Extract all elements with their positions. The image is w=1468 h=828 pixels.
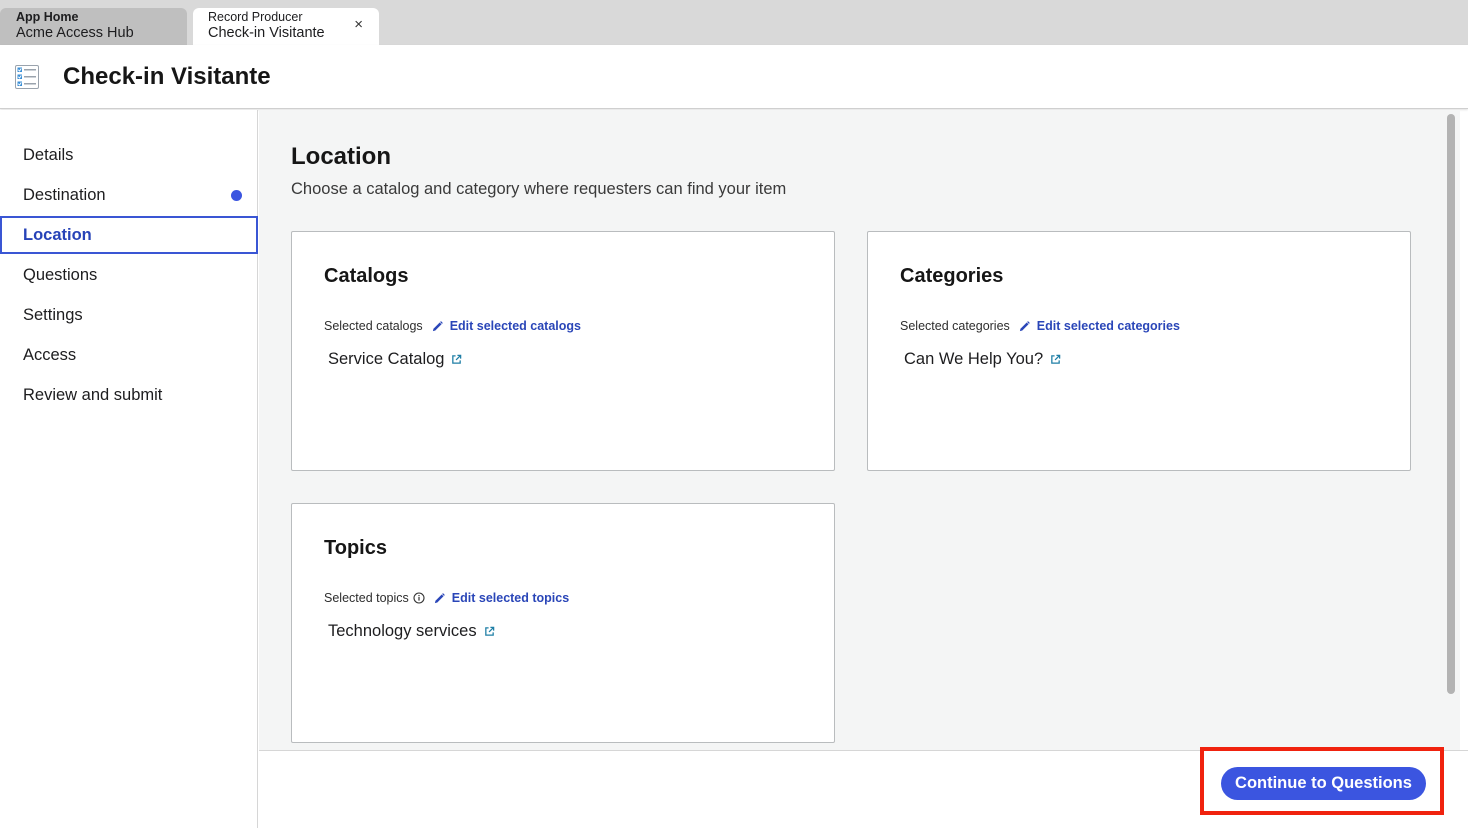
edit-link-label: Edit selected categories	[1036, 319, 1180, 333]
tab-bar: App Home Acme Access Hub Record Producer…	[0, 0, 1468, 45]
section-title: Location	[291, 143, 391, 170]
card-title: Categories	[900, 265, 1004, 287]
vertical-scrollbar[interactable]	[1443, 110, 1460, 750]
edit-selected-categories-link[interactable]: Edit selected categories	[1019, 319, 1180, 333]
catalog-value-label: Service Catalog	[328, 350, 445, 368]
card-title: Topics	[324, 537, 387, 559]
sidebar-item-settings[interactable]: Settings	[0, 296, 258, 334]
card-label: Selected catalogs	[324, 319, 423, 333]
sidebar-item-questions[interactable]: Questions	[0, 256, 258, 294]
card-label-row: Selected catalogs Edit selected catalogs	[324, 318, 581, 334]
main-panel: Location Choose a catalog and category w…	[259, 110, 1443, 750]
tab-app-home-label: Acme Access Hub	[16, 25, 134, 41]
tab-app-home-kind: App Home	[16, 10, 79, 24]
topic-value-link[interactable]: Technology services	[328, 621, 495, 641]
sidebar-item-destination[interactable]: Destination	[0, 176, 258, 214]
sidebar-item-access[interactable]: Access	[0, 336, 258, 374]
catalogs-card: Catalogs Selected catalogs Edit selected…	[291, 231, 835, 471]
tab-record-producer[interactable]: Record Producer Check-in Visitante ×	[193, 8, 379, 45]
card-label: Selected categories	[900, 319, 1010, 333]
external-link-icon	[452, 354, 462, 364]
pencil-icon	[432, 320, 443, 331]
edit-selected-catalogs-link[interactable]: Edit selected catalogs	[432, 319, 581, 333]
pencil-icon	[1019, 320, 1030, 331]
tab-record-producer-kind: Record Producer	[208, 10, 303, 24]
sidebar-item-review-and-submit[interactable]: Review and submit	[0, 376, 258, 414]
topic-value-label: Technology services	[328, 622, 477, 640]
sidebar-item-label: Destination	[23, 186, 106, 204]
section-subtitle: Choose a catalog and category where requ…	[291, 180, 787, 198]
close-tab-icon[interactable]: ×	[354, 17, 363, 33]
card-label-row: Selected topics Edit selected topics	[324, 590, 569, 606]
categories-card: Categories Selected categories Edit sele…	[867, 231, 1411, 471]
page-header: Check-in Visitante	[0, 45, 1468, 109]
card-label: Selected topics	[324, 591, 409, 605]
edit-link-label: Edit selected topics	[451, 591, 570, 605]
tab-record-producer-label: Check-in Visitante	[208, 25, 325, 41]
continue-to-questions-button[interactable]: Continue to Questions	[1221, 767, 1426, 800]
tab-app-home[interactable]: App Home Acme Access Hub	[0, 8, 187, 45]
pencil-icon	[434, 592, 445, 603]
card-label-row: Selected categories Edit selected catego…	[900, 318, 1180, 334]
card-title: Catalogs	[324, 265, 409, 287]
status-dot-icon	[231, 190, 242, 201]
external-link-icon	[484, 626, 494, 636]
sidebar-item-details[interactable]: Details	[0, 136, 258, 174]
edit-link-label: Edit selected catalogs	[449, 319, 581, 333]
edit-selected-topics-link[interactable]: Edit selected topics	[434, 591, 569, 605]
topics-card: Topics Selected topics Edit selected top…	[291, 503, 835, 743]
page-title: Check-in Visitante	[63, 63, 271, 90]
category-value-label: Can We Help You?	[904, 350, 1044, 368]
scrollbar-thumb[interactable]	[1447, 114, 1455, 694]
sidebar-item-location[interactable]: Location	[0, 216, 258, 254]
wizard-sidebar: Details Destination Location Questions S…	[0, 110, 258, 828]
form-checklist-icon	[15, 65, 39, 89]
category-value-link[interactable]: Can We Help You?	[904, 349, 1061, 369]
info-icon[interactable]	[413, 592, 425, 604]
catalog-value-link[interactable]: Service Catalog	[328, 349, 462, 369]
footer-bar: Continue to Questions	[259, 747, 1468, 828]
external-link-icon	[1051, 354, 1061, 364]
